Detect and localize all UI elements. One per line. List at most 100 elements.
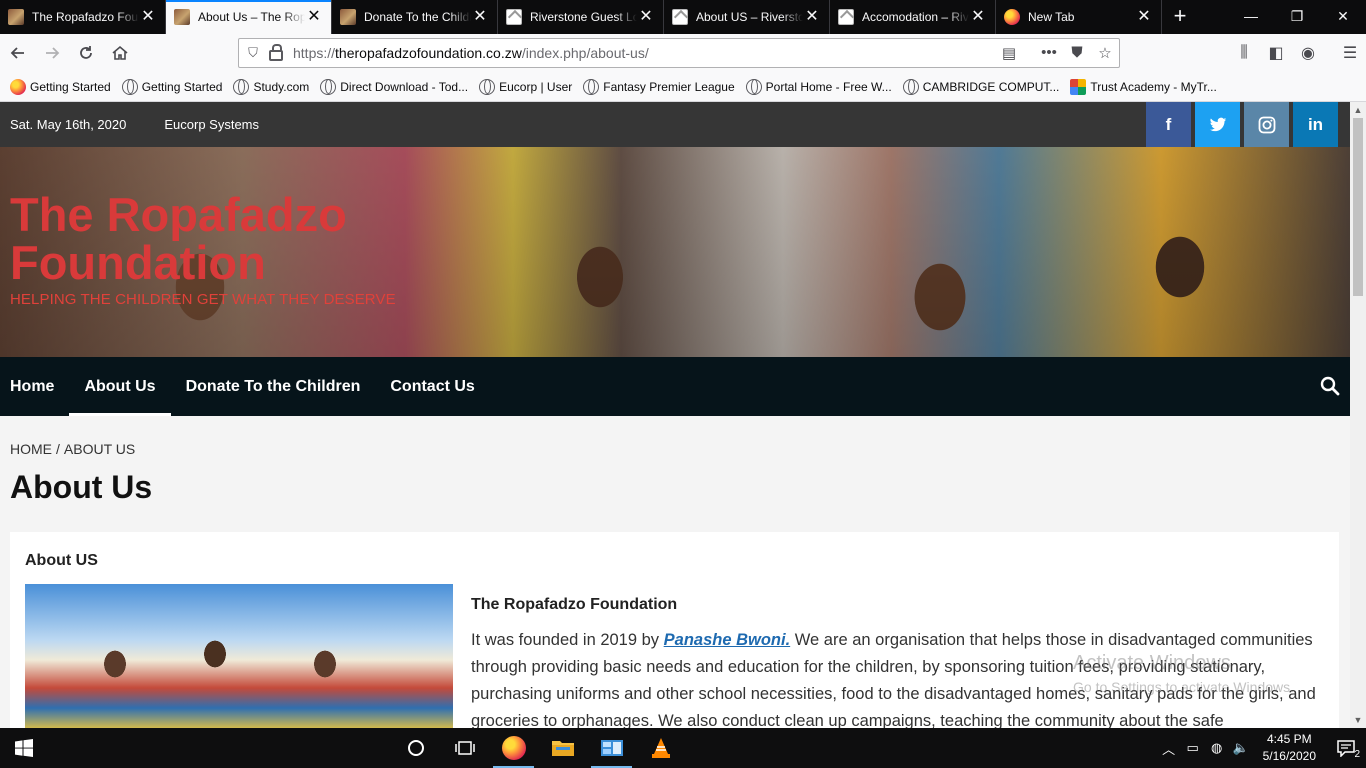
minimize-icon[interactable]: — xyxy=(1228,0,1274,34)
new-tab-button[interactable]: + xyxy=(1162,0,1198,34)
close-icon[interactable]: ✕ xyxy=(139,9,157,25)
page-scrollbar[interactable]: ▲ ▼ xyxy=(1350,102,1366,728)
tab-donate[interactable]: Donate To the Children ✕ xyxy=(332,0,498,34)
globe-icon xyxy=(121,78,138,95)
close-icon[interactable]: ✕ xyxy=(1135,9,1153,25)
url-text[interactable]: https://theropafadzofoundation.co.zw/ind… xyxy=(293,45,995,61)
reader-view-icon[interactable]: ▤ xyxy=(995,44,1023,62)
system-tray: ︿ ▭ ◍ 🔈 4:45 PM 5/16/2020 2 xyxy=(1157,728,1366,768)
lock-icon[interactable] xyxy=(269,43,283,61)
riverstone-favicon xyxy=(838,9,854,25)
bookmark-item[interactable]: Getting Started xyxy=(10,78,111,95)
start-button[interactable] xyxy=(0,728,48,768)
nav-item-contact-us[interactable]: Contact Us xyxy=(375,357,489,416)
bookmarks-toolbar: Getting Started Getting Started Study.co… xyxy=(0,72,1366,102)
founder-link[interactable]: Panashe Bwoni. xyxy=(664,631,791,649)
tab-riverstone-accomodation[interactable]: Accomodation – Riverstone ✕ xyxy=(830,0,996,34)
restore-icon[interactable]: ❐ xyxy=(1274,0,1320,34)
close-icon[interactable]: ✕ xyxy=(471,9,489,25)
instagram-icon[interactable] xyxy=(1244,102,1289,147)
system-clock[interactable]: 4:45 PM 5/16/2020 xyxy=(1253,731,1326,765)
facebook-icon[interactable]: f xyxy=(1146,102,1191,147)
tab-about-us[interactable]: About Us – The Ropafadzo ✕ xyxy=(166,0,332,34)
current-date: Sat. May 16th, 2020 xyxy=(10,117,127,132)
bookmark-label: Study.com xyxy=(253,79,310,94)
site-title[interactable]: The Ropafadzo Foundation xyxy=(10,191,410,287)
clock-time: 4:45 PM xyxy=(1266,732,1312,746)
foundation-heading: The Ropafadzo Foundation xyxy=(471,596,678,613)
sidebar-icon[interactable]: ◧ xyxy=(1260,37,1292,69)
scroll-down-icon[interactable]: ▼ xyxy=(1350,712,1366,728)
network-globe-icon[interactable]: ◍ xyxy=(1205,740,1229,756)
file-explorer-button[interactable] xyxy=(538,728,587,768)
ropafadzo-favicon xyxy=(340,9,356,25)
bookmark-item[interactable]: Fantasy Premier League xyxy=(583,78,735,95)
volume-icon[interactable]: 🔈 xyxy=(1229,740,1253,756)
search-icon[interactable] xyxy=(1320,376,1340,396)
control-panel-button[interactable] xyxy=(587,728,636,768)
battery-icon[interactable]: ▭ xyxy=(1181,740,1205,756)
notification-icon xyxy=(1337,740,1355,757)
bookmark-item[interactable]: Getting Started xyxy=(121,78,222,95)
site-top-bar: Sat. May 16th, 2020 Eucorp Systems f in xyxy=(0,102,1350,147)
bookmark-star-icon[interactable]: ☆ xyxy=(1091,44,1119,62)
tracking-protection-shield-icon[interactable]: ⛉ xyxy=(239,45,267,61)
tab-ropafadzo-home[interactable]: The Ropafadzo Foundation ✕ xyxy=(0,0,166,34)
show-hidden-icons-chevron-icon[interactable]: ︿ xyxy=(1157,739,1181,758)
library-icon[interactable]: ⫼ xyxy=(1228,37,1260,69)
close-icon[interactable]: ✕ xyxy=(969,9,987,25)
vlc-button[interactable] xyxy=(636,728,685,768)
watermark-subtitle: Go to Settings to activate Windows. xyxy=(1073,679,1294,695)
scroll-up-icon[interactable]: ▲ xyxy=(1350,102,1366,118)
firefox-icon xyxy=(10,78,26,95)
main-navigation: Home About Us Donate To the Children Con… xyxy=(0,357,1350,416)
nav-item-about-us[interactable]: About Us xyxy=(69,357,171,416)
bookmark-item[interactable]: Trust Academy - MyTr... xyxy=(1070,78,1217,95)
window-controls: — ❐ ✕ xyxy=(1228,0,1366,34)
nav-item-home[interactable]: Home xyxy=(0,357,69,416)
action-center-button[interactable]: 2 xyxy=(1326,728,1366,768)
globe-icon xyxy=(320,78,337,95)
tab-title: Accomodation – Riverstone xyxy=(862,10,969,24)
back-button[interactable] xyxy=(2,37,34,69)
home-button[interactable] xyxy=(104,37,136,69)
bookmark-label: Eucorp | User xyxy=(499,79,573,94)
tab-riverstone-home[interactable]: Riverstone Guest Lodge ✕ xyxy=(498,0,664,34)
tab-title: Riverstone Guest Lodge xyxy=(530,10,637,24)
bookmark-label: CAMBRIDGE COMPUT... xyxy=(922,79,1060,94)
account-icon[interactable]: ◉ xyxy=(1292,37,1324,69)
reload-button[interactable] xyxy=(70,37,102,69)
bookmark-item[interactable]: Eucorp | User xyxy=(479,78,573,95)
task-view-icon[interactable] xyxy=(440,728,489,768)
bookmark-item[interactable]: Portal Home - Free W... xyxy=(745,78,892,95)
trust-academy-icon xyxy=(1070,78,1087,95)
bookmark-item[interactable]: Study.com xyxy=(233,78,310,95)
social-links: f in xyxy=(1142,102,1338,147)
bookmark-label: Trust Academy - MyTr... xyxy=(1090,79,1217,94)
nav-item-donate[interactable]: Donate To the Children xyxy=(171,357,376,416)
menu-icon[interactable]: ☰ xyxy=(1334,37,1366,69)
address-bar[interactable]: ⛉ https://theropafadzofoundation.co.zw/i… xyxy=(238,38,1120,68)
paragraph-text-start: It was founded in 2019 by xyxy=(471,631,664,649)
close-window-icon[interactable]: ✕ xyxy=(1320,0,1366,34)
pocket-icon[interactable]: ⛊ xyxy=(1063,44,1091,62)
tab-riverstone-about[interactable]: About US – Riverstone ✕ xyxy=(664,0,830,34)
bookmark-item[interactable]: Direct Download - Tod... xyxy=(320,78,468,95)
page-actions-icon[interactable]: ••• xyxy=(1035,44,1063,62)
bookmark-item[interactable]: CAMBRIDGE COMPUT... xyxy=(902,78,1060,95)
firefox-taskbar-button[interactable] xyxy=(489,728,538,768)
globe-icon xyxy=(479,78,496,95)
close-icon[interactable]: ✕ xyxy=(803,9,821,25)
scrollbar-thumb[interactable] xyxy=(1353,118,1363,296)
forward-button[interactable] xyxy=(36,37,68,69)
breadcrumb-home-link[interactable]: HOME xyxy=(10,441,52,457)
tab-new-tab[interactable]: New Tab ✕ xyxy=(996,0,1162,34)
twitter-icon[interactable] xyxy=(1195,102,1240,147)
close-icon[interactable]: ✕ xyxy=(305,9,323,25)
cortana-icon[interactable] xyxy=(391,728,440,768)
vlc-icon xyxy=(651,738,670,758)
linkedin-icon[interactable]: in xyxy=(1293,102,1338,147)
close-icon[interactable]: ✕ xyxy=(637,9,655,25)
header-banner: The Ropafadzo Foundation HELPING THE CHI… xyxy=(0,147,1350,357)
group-photo xyxy=(25,584,453,728)
